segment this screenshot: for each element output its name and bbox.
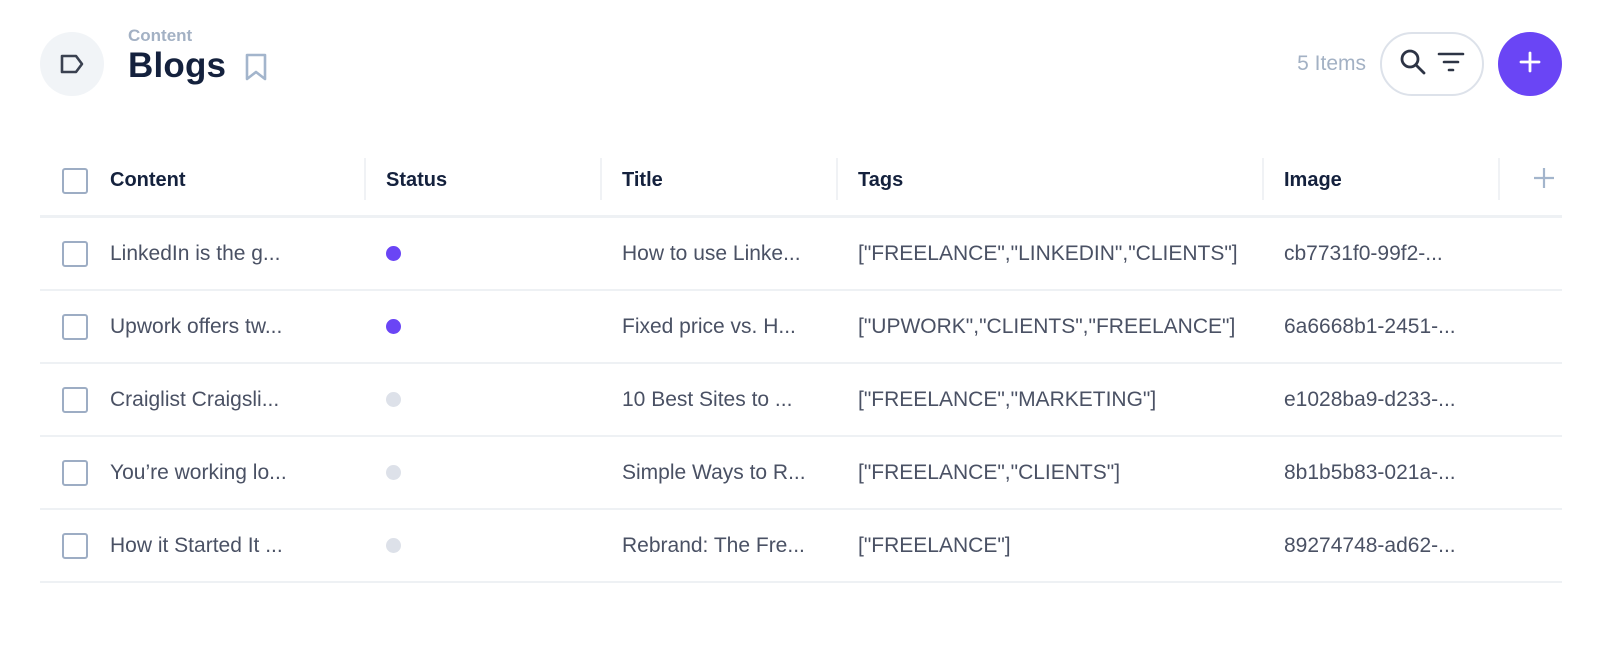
search-button[interactable] — [1399, 48, 1427, 81]
cell-content: Craiglist Craigsli... — [110, 387, 280, 411]
cell-image: 89274748-ad62-... — [1284, 533, 1456, 557]
cell-tags: ["FREELANCE"] — [858, 533, 1011, 557]
cell-image: 6a6668b1-2451-... — [1284, 314, 1456, 338]
status-dot-draft — [386, 465, 401, 480]
plus-icon — [1518, 50, 1542, 79]
table-header-row: Content Status Title Tags Image — [40, 146, 1562, 218]
cell-tags: ["UPWORK","CLIENTS","FREELANCE"] — [858, 314, 1236, 338]
bookmark-icon[interactable] — [244, 52, 268, 82]
table-row[interactable]: You’re working lo... Simple Ways to R...… — [40, 437, 1562, 510]
column-header-title[interactable]: Title — [602, 146, 838, 215]
row-checkbox[interactable] — [62, 240, 88, 267]
status-dot-draft — [386, 538, 401, 553]
table-row[interactable]: LinkedIn is the g... How to use Linke...… — [40, 218, 1562, 291]
cell-title: How to use Linke... — [622, 241, 801, 265]
plus-icon — [1532, 166, 1556, 196]
cell-tags: ["FREELANCE","LINKEDIN","CLIENTS"] — [858, 241, 1238, 265]
status-dot-draft — [386, 392, 401, 407]
cell-tags: ["FREELANCE","CLIENTS"] — [858, 460, 1121, 484]
cell-image: 8b1b5b83-021a-... — [1284, 460, 1456, 484]
cell-content: How it Started It ... — [110, 533, 283, 557]
filter-icon — [1437, 50, 1465, 79]
cell-content: You’re working lo... — [110, 460, 287, 484]
add-column-button[interactable] — [1532, 166, 1556, 196]
row-checkbox[interactable] — [62, 459, 88, 486]
column-header-status[interactable]: Status — [366, 146, 602, 215]
page-title: Blogs — [128, 46, 227, 85]
status-dot-published — [386, 246, 401, 261]
row-checkbox[interactable] — [62, 532, 88, 559]
items-table: Content Status Title Tags Image LinkedIn… — [40, 146, 1562, 583]
tag-icon — [40, 32, 104, 96]
search-filter-group — [1380, 32, 1484, 96]
add-item-button[interactable] — [1498, 32, 1562, 96]
filter-button[interactable] — [1437, 50, 1465, 79]
column-header-image[interactable]: Image — [1264, 146, 1500, 215]
cell-title: 10 Best Sites to ... — [622, 387, 793, 411]
cell-image: cb7731f0-99f2-... — [1284, 241, 1443, 265]
table-row[interactable]: Craiglist Craigsli... 10 Best Sites to .… — [40, 364, 1562, 437]
cell-title: Rebrand: The Fre... — [622, 533, 805, 557]
select-all-checkbox[interactable] — [62, 167, 88, 194]
item-count: 5 Items — [1297, 52, 1366, 75]
search-icon — [1399, 48, 1427, 81]
column-header-content[interactable]: Content — [108, 146, 366, 215]
table-row[interactable]: How it Started It ... Rebrand: The Fre..… — [40, 510, 1562, 583]
cell-tags: ["FREELANCE","MARKETING"] — [858, 387, 1157, 411]
breadcrumb[interactable]: Content — [128, 26, 192, 46]
page-header: Content Blogs 5 Items — [40, 24, 1562, 104]
cell-title: Fixed price vs. H... — [622, 314, 796, 338]
status-dot-published — [386, 319, 401, 334]
cell-content: Upwork offers tw... — [110, 314, 283, 338]
row-checkbox[interactable] — [62, 313, 88, 340]
column-header-tags[interactable]: Tags — [838, 146, 1264, 215]
table-row[interactable]: Upwork offers tw... Fixed price vs. H...… — [40, 291, 1562, 364]
row-checkbox[interactable] — [62, 386, 88, 413]
cell-title: Simple Ways to R... — [622, 460, 806, 484]
cell-image: e1028ba9-d233-... — [1284, 387, 1456, 411]
cell-content: LinkedIn is the g... — [110, 241, 281, 265]
